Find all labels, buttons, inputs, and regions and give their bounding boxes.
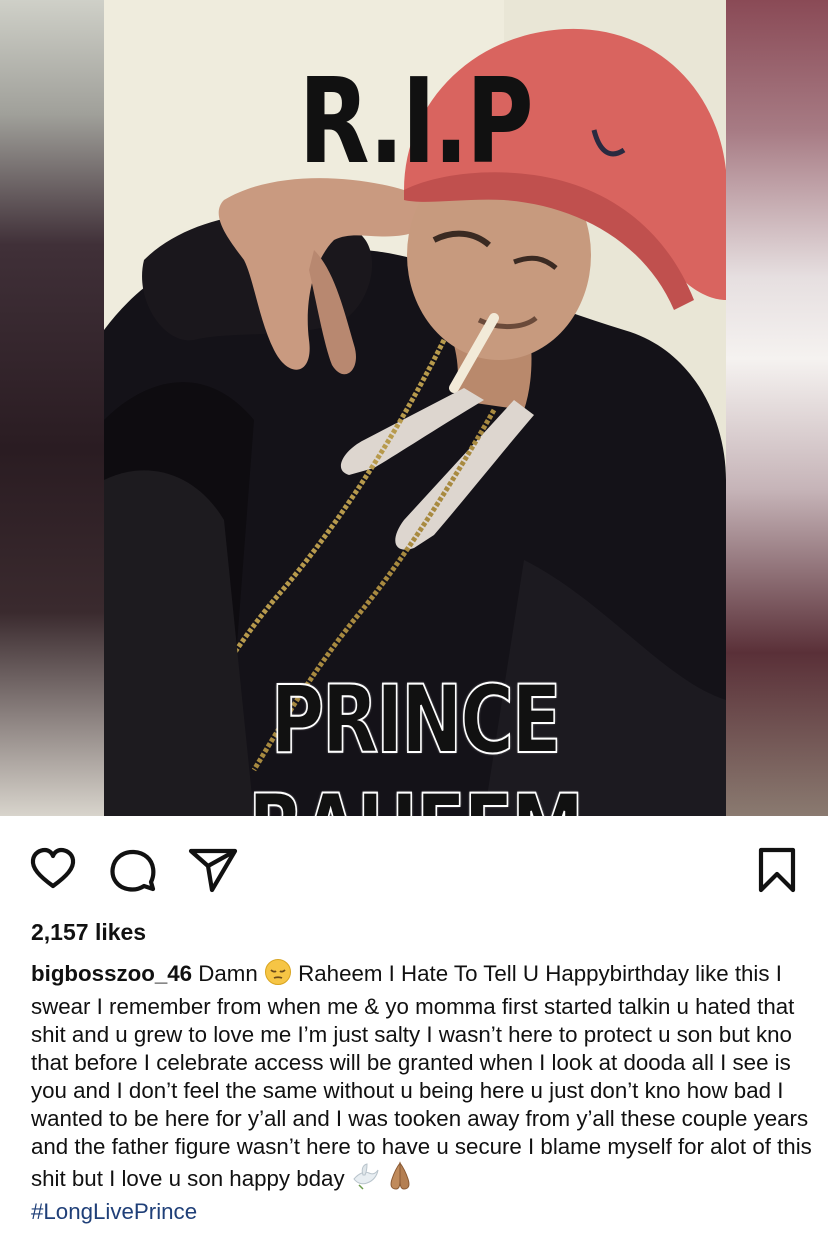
name-caption: PRINCE RAHEEM xyxy=(247,665,585,816)
caption-hashtag[interactable]: #LongLivePrince xyxy=(31,1198,821,1226)
likes-count[interactable]: 2,157 likes xyxy=(31,919,146,946)
paper-plane-icon[interactable] xyxy=(188,846,238,894)
image-blur-right xyxy=(726,0,828,816)
caption-text-part1: Damn xyxy=(198,961,258,986)
post-image[interactable]: R.I.P PRINCE RAHEEM xyxy=(0,0,828,816)
image-blur-left xyxy=(0,0,104,816)
heart-icon[interactable] xyxy=(29,846,77,894)
memorial-photo: R.I.P PRINCE RAHEEM xyxy=(104,0,726,816)
post-caption: bigbosszoo_46 Damn Raheem I Hate To Tell… xyxy=(31,958,821,1226)
bookmark-icon[interactable] xyxy=(757,846,797,894)
dove-emoji xyxy=(351,1163,379,1198)
folded-hands-emoji xyxy=(385,1161,415,1198)
action-bar xyxy=(0,846,828,898)
pensive-face-emoji xyxy=(264,958,292,993)
comment-bubble-icon[interactable] xyxy=(109,846,157,894)
rip-caption: R.I.P xyxy=(298,52,534,190)
caption-username[interactable]: bigbosszoo_46 xyxy=(31,961,192,986)
caption-text-part2: Raheem I Hate To Tell U Happybirthday li… xyxy=(31,961,812,1191)
